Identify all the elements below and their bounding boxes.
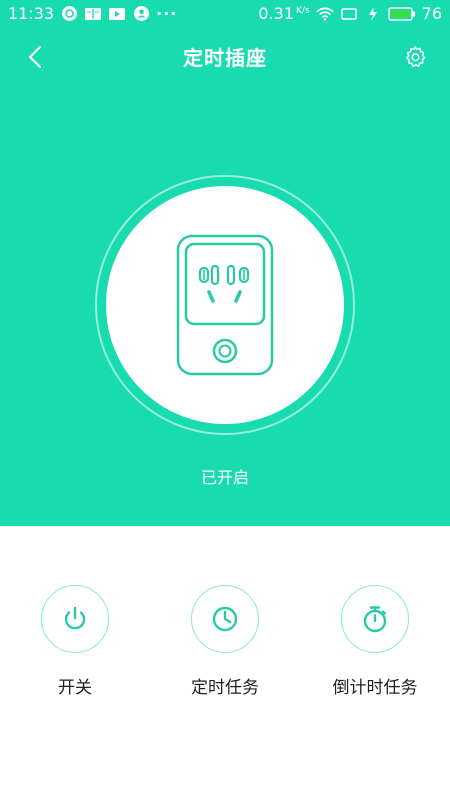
power-icon: [64, 606, 86, 630]
device-toggle-circle[interactable]: [106, 186, 344, 424]
settings-button[interactable]: [400, 42, 430, 72]
device-status: 已开启: [200, 468, 249, 487]
countdown-task-label: 倒计时任务: [332, 678, 418, 698]
countdown-button-ring: [341, 585, 409, 653]
more-notifications-indicator: ···: [156, 4, 178, 23]
scheduled-task-label: 定时任务: [191, 678, 259, 698]
countdown-task-button[interactable]: 倒计时任务: [310, 585, 440, 698]
charging-icon: [364, 5, 382, 23]
page-title: 定时插座: [183, 46, 267, 70]
video-notification-icon: [108, 5, 126, 23]
app-notification-icon: [60, 5, 78, 23]
power-switch-button[interactable]: 开关: [10, 585, 140, 698]
header-panel: 11:33 ··· 0.31 K/s 76 定时插座 已开启: [0, 0, 450, 526]
network-speed-unit: K/s: [296, 6, 310, 16]
battery-icon: [387, 5, 416, 23]
wifi-icon: [316, 5, 334, 23]
user-notification-icon: [132, 5, 150, 23]
power-button-ring: [41, 585, 109, 653]
title-bar: 定时插座: [0, 34, 450, 80]
status-time: 11:33: [8, 4, 55, 23]
power-switch-label: 开关: [58, 678, 92, 698]
screen-icon: [340, 5, 358, 23]
status-bar: 11:33 ··· 0.31 K/s 76: [0, 0, 450, 30]
gear-icon: [406, 46, 426, 67]
network-speed: 0.31 K/s: [258, 4, 310, 23]
clock-icon: [212, 606, 238, 632]
action-bar: 开关 定时任务 倒计时任务: [0, 585, 450, 715]
schedule-button-ring: [191, 585, 259, 653]
battery-level: 76: [421, 4, 442, 23]
book-notification-icon: [84, 5, 102, 23]
smart-socket-icon: [176, 234, 274, 376]
scheduled-task-button[interactable]: 定时任务: [160, 585, 290, 698]
stopwatch-icon: [363, 606, 387, 633]
